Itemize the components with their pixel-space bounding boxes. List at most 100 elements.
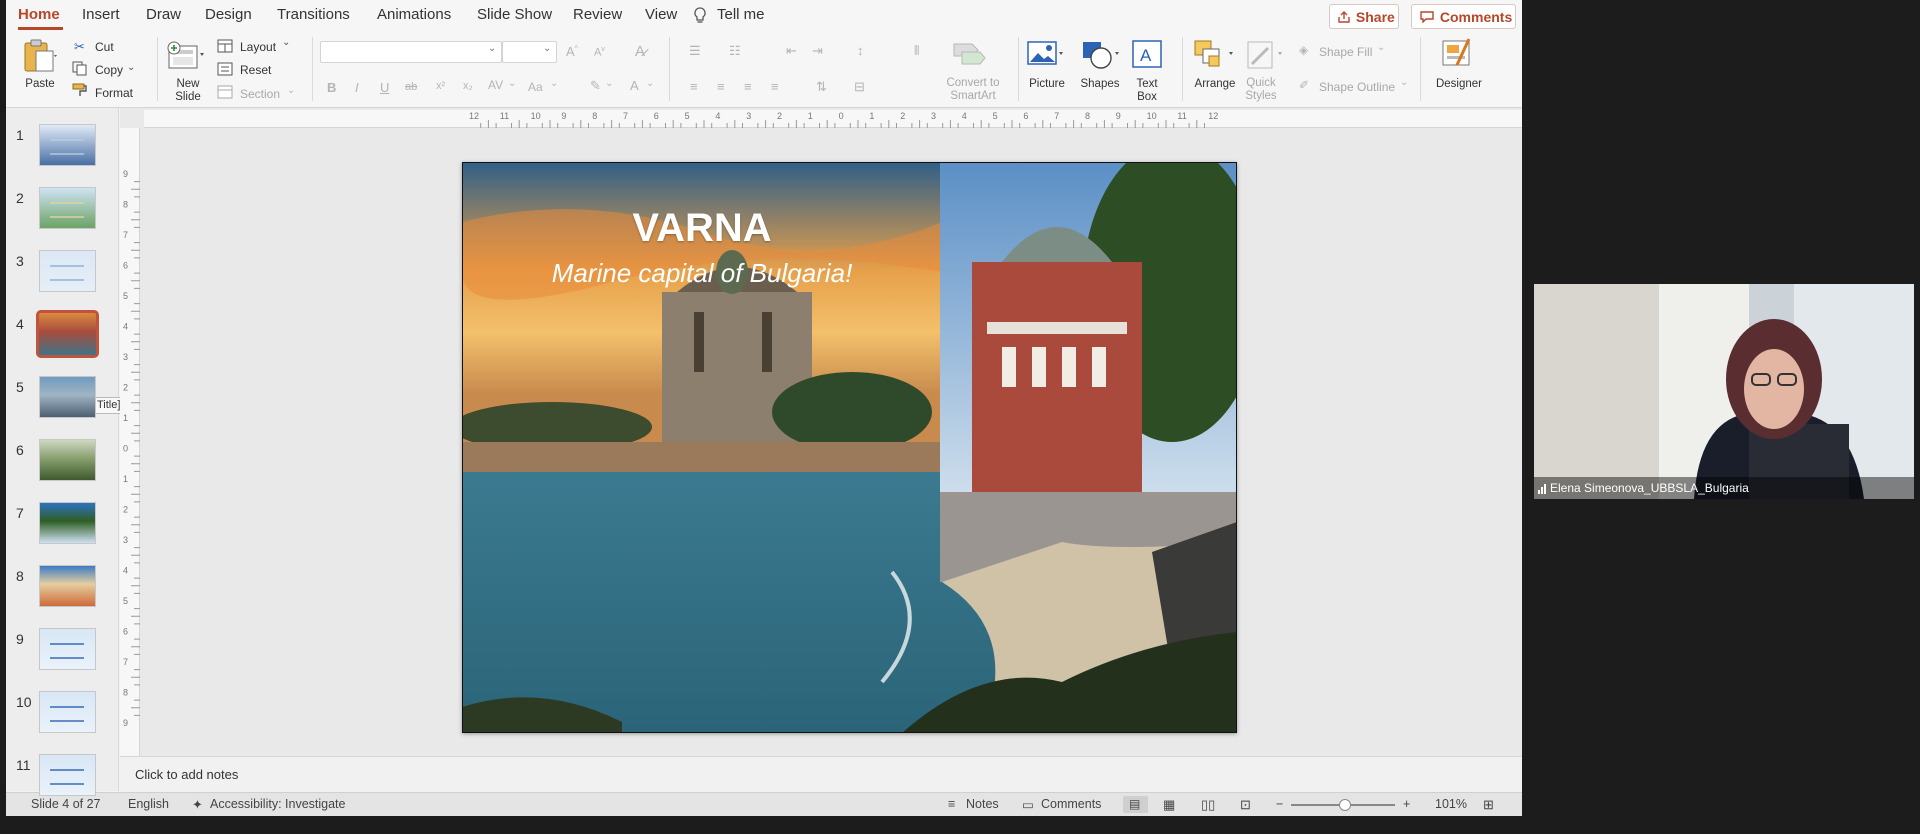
subscript-button[interactable]: x₂ [463,80,473,92]
highlighter-icon[interactable]: ✎ [590,78,601,94]
zoom-in-button[interactable]: + [1403,797,1410,811]
format-painter-button[interactable]: Format [95,86,133,100]
italic-button[interactable]: I [355,80,359,95]
tab-design[interactable]: Design [205,6,252,23]
tell-me-search[interactable]: Tell me [717,6,765,23]
normal-view-button[interactable]: ▤ [1123,796,1148,813]
reading-view-icon[interactable]: ▯▯ [1201,797,1215,813]
slide-title[interactable]: VARNA [462,206,942,251]
comments-status-button[interactable]: Comments [1041,797,1101,811]
tab-review[interactable]: Review [573,6,622,23]
slide-thumbnail-2[interactable] [39,187,96,229]
smartart-icon[interactable] [952,40,986,71]
slide-thumbnail-11[interactable] [39,754,96,796]
tab-transitions[interactable]: Transitions [277,6,350,23]
copy-button[interactable]: Copy [95,63,123,77]
text-direction-icon[interactable]: ⇅ [816,79,827,95]
align-text-icon[interactable]: ⊟ [854,79,865,95]
slide-thumbnail-3[interactable] [39,250,96,292]
reset-button[interactable]: Reset [240,63,271,77]
text-box-button[interactable]: Text Box [1126,78,1168,104]
chevron-down-icon[interactable]: ⌄ [1400,77,1408,88]
tab-draw[interactable]: Draw [146,6,181,23]
decrease-indent-icon[interactable]: ⇤ [786,43,797,59]
tab-insert[interactable]: Insert [82,6,120,23]
notes-pane[interactable]: Click to add notes [120,756,1522,792]
font-color-button[interactable]: A [630,78,639,93]
increase-indent-icon[interactable]: ⇥ [812,43,823,59]
font-name-input[interactable]: ⌄ [320,41,502,63]
quick-styles-button[interactable]: Quick Styles [1241,77,1281,103]
shapes-button[interactable]: Shapes [1078,78,1122,91]
slide-thumbnail-10[interactable] [39,691,96,733]
slideshow-icon[interactable]: ⊡ [1240,797,1251,813]
share-button[interactable]: Share [1329,4,1399,29]
numbering-icon[interactable]: ☷ [729,43,741,59]
new-slide-button[interactable]: New Slide [169,78,207,104]
strikethrough-button[interactable]: ab [405,81,417,93]
tab-slide-show[interactable]: Slide Show [477,6,552,23]
chevron-down-icon[interactable]: ⌄ [646,78,654,89]
columns-icon[interactable]: ⫴ [914,43,919,59]
notes-button[interactable]: Notes [966,797,999,811]
decrease-font-icon[interactable]: Av [594,46,605,59]
line-spacing-icon[interactable]: ↕ [857,43,864,58]
tab-animations[interactable]: Animations [377,6,451,23]
align-right-icon[interactable]: ≡ [744,79,752,94]
clear-formatting-icon[interactable]: A̷ [635,43,645,60]
layout-button[interactable]: Layout [240,40,276,54]
bullets-icon[interactable]: ☰ [689,43,701,59]
slide-thumbnail-1[interactable] [39,124,96,166]
slide-thumbnail-5[interactable] [39,376,96,418]
shape-outline-button[interactable]: Shape Outline [1319,80,1395,94]
chevron-down-icon[interactable]: ⌄ [508,78,516,89]
chevron-down-icon[interactable]: ⌄ [605,78,613,89]
slide-canvas[interactable]: VARNA Marine capital of Bulgaria! [462,162,1237,733]
language-indicator[interactable]: English [128,797,169,811]
character-spacing-button[interactable]: AV [488,78,503,92]
underline-button[interactable]: U [380,80,389,95]
tab-view[interactable]: View [645,6,677,23]
slide-thumbnail-9[interactable] [39,628,96,670]
picture-button[interactable]: Picture [1027,78,1067,91]
fit-to-window-icon[interactable]: ⊞ [1483,797,1494,813]
cut-button[interactable]: Cut [95,40,114,54]
tab-home[interactable]: Home [18,6,60,23]
comments-button[interactable]: Comments [1411,4,1516,29]
zoom-slider-thumb[interactable] [1339,799,1352,811]
section-button[interactable]: Section [240,87,280,101]
chevron-down-icon[interactable]: ⌄ [1377,42,1385,53]
shape-fill-button[interactable]: Shape Fill [1319,45,1372,59]
convert-smartart-button[interactable]: Convert to SmartArt [940,77,1006,103]
chevron-down-icon[interactable]: ⌄ [282,37,290,48]
notes-placeholder[interactable]: Click to add notes [135,767,238,782]
arrange-icon[interactable] [1193,39,1237,76]
align-center-icon[interactable]: ≡ [717,79,725,94]
paste-icon[interactable] [21,39,57,78]
shapes-icon[interactable] [1081,40,1121,75]
slide-thumbnail-6[interactable] [39,439,96,481]
picture-icon[interactable] [1027,40,1065,73]
font-size-input[interactable]: ⌄ [502,41,557,63]
slide-thumbnail-7[interactable] [39,502,96,544]
chevron-down-icon[interactable]: ⌄ [287,85,295,96]
accessibility-status[interactable]: Accessibility: Investigate [210,797,345,811]
change-case-button[interactable]: Aa [528,80,543,94]
align-left-icon[interactable]: ≡ [690,79,698,94]
justify-icon[interactable]: ≡ [771,79,779,94]
new-slide-icon[interactable] [166,40,206,79]
text-box-icon[interactable]: A [1131,39,1163,74]
slide-subtitle[interactable]: Marine capital of Bulgaria! [462,258,942,289]
increase-font-icon[interactable]: A^ [566,44,578,59]
quick-styles-icon[interactable] [1244,40,1286,75]
zoom-out-button[interactable]: − [1276,797,1283,811]
chevron-down-icon[interactable]: ⌄ [127,62,135,73]
slide-thumbnail-4[interactable] [36,310,99,358]
designer-icon[interactable] [1439,37,1475,74]
slide-thumbnail-8[interactable] [39,565,96,607]
arrange-button[interactable]: Arrange [1192,78,1238,91]
slide-sorter-icon[interactable]: ▦ [1163,797,1175,813]
zoom-level[interactable]: 101% [1435,797,1467,811]
designer-button[interactable]: Designer [1432,78,1486,91]
superscript-button[interactable]: x² [436,80,445,92]
